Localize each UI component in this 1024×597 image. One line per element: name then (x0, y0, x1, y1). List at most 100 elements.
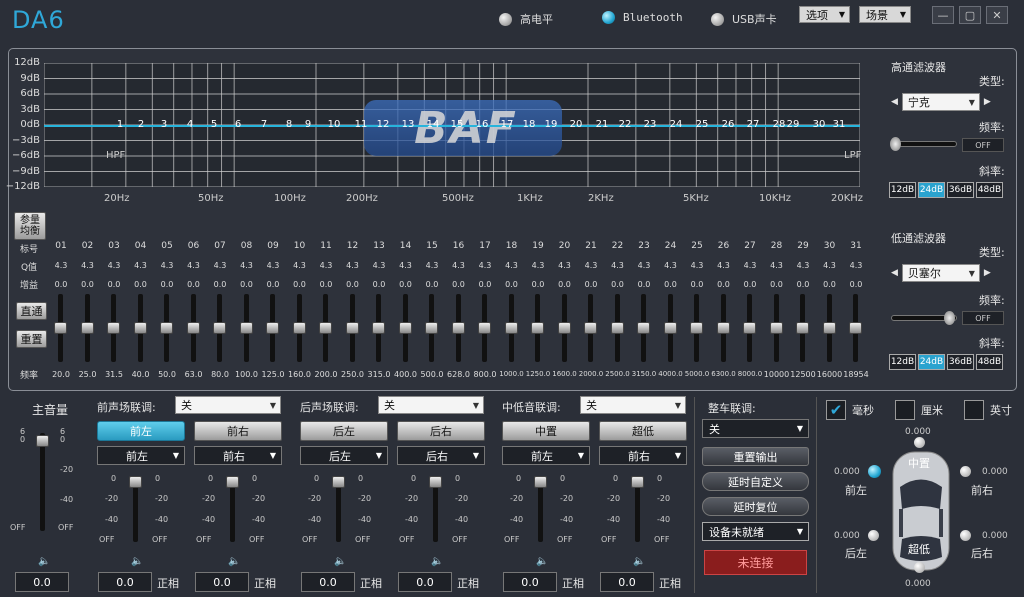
band-gain-value[interactable]: 0.0 (288, 280, 312, 289)
device-status-select[interactable]: 设备未就绪 ▼ (702, 522, 809, 541)
param-eq-button[interactable]: 参量均衡 (14, 212, 46, 240)
slope-button[interactable]: 24dB (918, 354, 945, 370)
band-marker[interactable]: 13 (401, 119, 415, 130)
band-marker[interactable]: 17 (500, 119, 514, 130)
lp-type-selector[interactable]: ◀ 贝塞尔 ▼ ▶ (891, 264, 991, 282)
band-q-value[interactable]: 4.3 (367, 261, 391, 270)
band-marker[interactable]: 18 (522, 119, 536, 130)
band-marker[interactable]: 20 (569, 119, 583, 130)
band-freq-value[interactable]: 5000.0 (683, 370, 711, 378)
minimize-button[interactable]: — (932, 6, 954, 24)
slope-button[interactable]: 48dB (976, 182, 1003, 198)
band-fader-knob[interactable] (584, 322, 597, 334)
hp-freq-value[interactable]: OFF (962, 138, 1004, 152)
channel-name-button[interactable]: 前左 (97, 421, 185, 441)
channel-fader-knob[interactable] (332, 476, 345, 488)
rear-right-speaker-icon[interactable] (960, 530, 971, 541)
band-freq-value[interactable]: 10000 (763, 370, 791, 379)
channel-fader-knob[interactable] (631, 476, 644, 488)
group-link-select[interactable]: 关 ▼ (378, 396, 484, 414)
band-fader-knob[interactable] (743, 322, 756, 334)
band-fader-knob[interactable] (107, 322, 120, 334)
band-fader-knob[interactable] (372, 322, 385, 334)
band-freq-value[interactable]: 80.0 (206, 370, 234, 379)
fader-track[interactable] (40, 433, 45, 531)
channel-source-select[interactable]: 前右 ▼ (599, 446, 687, 465)
channel-source-select[interactable]: 前左 ▼ (502, 446, 590, 465)
phase-label[interactable]: 正相 (157, 575, 179, 591)
radio-icon[interactable] (499, 12, 512, 26)
channel-volume-value[interactable]: 0.0 (600, 572, 654, 592)
band-q-value[interactable]: 4.3 (261, 261, 285, 270)
band-gain-value[interactable]: 0.0 (818, 280, 842, 289)
band-gain-value[interactable]: 0.0 (579, 280, 603, 289)
band-marker[interactable]: 2 (134, 119, 148, 130)
slope-button[interactable]: 12dB (889, 354, 916, 370)
channel-source-select[interactable]: 前右 ▼ (194, 446, 282, 465)
front-right-speaker-icon[interactable] (960, 466, 971, 477)
band-marker[interactable]: 9 (301, 119, 315, 130)
slider-thumb[interactable] (890, 137, 901, 151)
band-marker[interactable]: 24 (669, 119, 683, 130)
band-gain-value[interactable]: 0.0 (129, 280, 153, 289)
lp-freq-value[interactable]: OFF (962, 311, 1004, 325)
band-q-value[interactable]: 4.3 (712, 261, 736, 270)
band-q-value[interactable]: 4.3 (685, 261, 709, 270)
band-freq-value[interactable]: 31.5 (100, 370, 128, 379)
band-fader-knob[interactable] (213, 322, 226, 334)
channel-source-select[interactable]: 后右 ▼ (397, 446, 485, 465)
slope-button[interactable]: 24dB (918, 182, 945, 198)
band-fader-knob[interactable] (690, 322, 703, 334)
band-q-value[interactable]: 4.3 (49, 261, 73, 270)
band-gain-value[interactable]: 0.0 (235, 280, 259, 289)
band-gain-value[interactable]: 0.0 (473, 280, 497, 289)
band-marker[interactable]: 29 (786, 119, 800, 130)
band-gain-value[interactable]: 0.0 (208, 280, 232, 289)
master-volume-value[interactable]: 0.0 (15, 572, 69, 592)
band-gain-value[interactable]: 0.0 (76, 280, 100, 289)
band-fader-knob[interactable] (160, 322, 173, 334)
band-freq-value[interactable]: 63.0 (180, 370, 208, 379)
arrow-right-icon[interactable]: ▶ (984, 268, 991, 278)
band-marker[interactable]: 8 (282, 119, 296, 130)
channel-fader-knob[interactable] (534, 476, 547, 488)
band-q-value[interactable]: 4.3 (579, 261, 603, 270)
band-gain-value[interactable]: 0.0 (712, 280, 736, 289)
band-freq-value[interactable]: 800.0 (471, 370, 499, 379)
channel-volume-value[interactable]: 0.0 (301, 572, 355, 592)
channel-name-button[interactable]: 超低 (599, 421, 687, 441)
delay-custom-button[interactable]: 延时自定义 (702, 472, 809, 491)
checkbox-icon[interactable] (895, 400, 915, 420)
band-gain-value[interactable]: 0.0 (553, 280, 577, 289)
band-fader-knob[interactable] (610, 322, 624, 334)
channel-name-button[interactable]: 后左 (300, 421, 388, 441)
band-fader-knob[interactable] (398, 322, 412, 334)
band-gain-value[interactable]: 0.0 (632, 280, 656, 289)
band-q-value[interactable]: 4.3 (553, 261, 577, 270)
band-marker[interactable]: 25 (695, 119, 709, 130)
band-gain-value[interactable]: 0.0 (367, 280, 391, 289)
reset-output-button[interactable]: 重置输出 (702, 447, 809, 466)
scene-menu[interactable]: 场景 ▼ (859, 6, 911, 23)
band-freq-value[interactable]: 12500 (789, 370, 817, 379)
band-freq-value[interactable]: 250.0 (339, 370, 367, 379)
band-freq-value[interactable]: 8000.0 (736, 370, 764, 378)
band-freq-value[interactable]: 160.0 (286, 370, 314, 379)
band-fader-knob[interactable] (769, 322, 783, 334)
band-fader-knob[interactable] (849, 322, 862, 334)
band-freq-value[interactable]: 18954 (842, 370, 870, 379)
sub-speaker-icon[interactable] (914, 562, 925, 573)
slider-thumb[interactable] (944, 311, 955, 325)
band-freq-value[interactable]: 25.0 (74, 370, 102, 379)
band-q-value[interactable]: 4.3 (208, 261, 232, 270)
band-q-value[interactable]: 4.3 (314, 261, 338, 270)
band-freq-value[interactable]: 2000.0 (577, 370, 605, 378)
band-freq-value[interactable]: 500.0 (418, 370, 446, 379)
band-gain-value[interactable]: 0.0 (765, 280, 789, 289)
band-marker[interactable]: 30 (812, 119, 826, 130)
delay-reset-button[interactable]: 延时复位 (702, 497, 809, 516)
checkbox-checked-icon[interactable]: ✔ (826, 400, 846, 420)
band-gain-value[interactable]: 0.0 (526, 280, 550, 289)
master-fader[interactable]: 6 0 6 0 -20 -40 OFF OFF (10, 425, 75, 537)
band-q-value[interactable]: 4.3 (420, 261, 444, 270)
